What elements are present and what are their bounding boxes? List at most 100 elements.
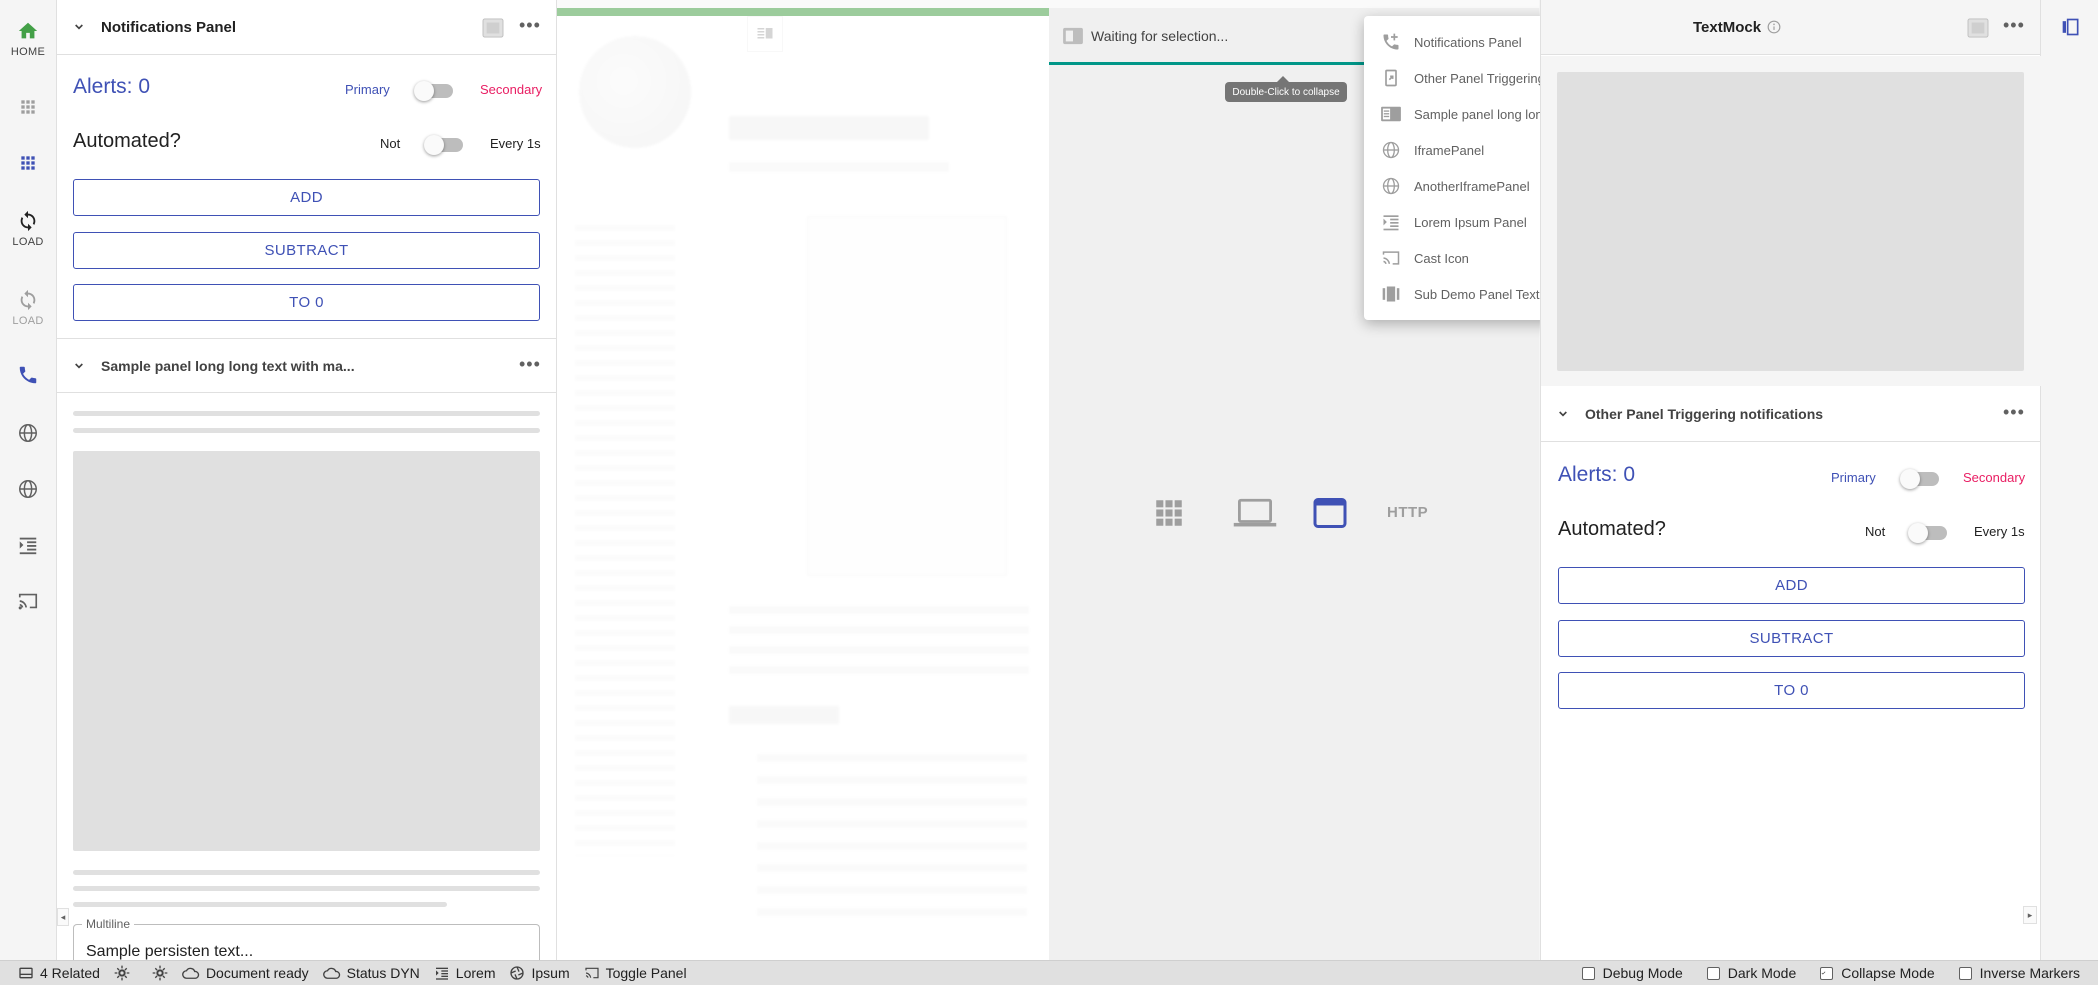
cloud-icon [182, 967, 200, 979]
gear-icon[interactable] [114, 965, 130, 981]
textmock-body [1541, 56, 2041, 386]
chevron-down-icon[interactable] [71, 19, 87, 35]
nav-load-label: LOAD [12, 236, 44, 248]
nav-home-label: HOME [10, 46, 46, 58]
add-call-icon [19, 366, 37, 384]
scroll-left-button[interactable]: ◂ [57, 908, 69, 926]
debug-mode-checkbox[interactable]: Debug Mode [1581, 965, 1683, 981]
automated-toggle[interactable] [424, 135, 463, 155]
left-navigation: HOME LOAD LOAD [0, 0, 57, 960]
check-icon [1821, 971, 1826, 975]
multiline-label: Multiline [82, 917, 135, 931]
collapse-mode-checkbox[interactable]: Collapse Mode [1820, 965, 1935, 981]
nav-apps-active-button[interactable] [0, 146, 56, 180]
skeleton-line [73, 870, 540, 875]
ipsum-item[interactable]: Ipsum [509, 965, 570, 981]
status-dyn[interactable]: Status DYN [322, 965, 420, 981]
sync-icon [20, 210, 36, 232]
right-edge-strip [2041, 0, 2098, 960]
panel-title: Notifications Panel [101, 18, 237, 36]
cloud-icon [322, 967, 340, 979]
primary-label: Primary [345, 82, 390, 97]
inverse-markers-checkbox[interactable]: Inverse Markers [1958, 965, 2080, 981]
nav-globe-button[interactable] [0, 414, 56, 452]
browser-window-icon[interactable] [1311, 495, 1349, 531]
info-icon[interactable] [1767, 20, 1781, 34]
nav-load-button[interactable]: LOAD [0, 204, 56, 254]
alerts-count: Alerts: 0 [73, 75, 151, 98]
status-bar: 4 Related Document ready Status DYN Lore… [0, 960, 2098, 985]
checkbox-checked [1820, 966, 1834, 980]
cast-icon [1382, 251, 1400, 265]
textmock-title: TextMock [1693, 19, 1762, 36]
dark-mode-checkbox[interactable]: Dark Mode [1706, 965, 1796, 981]
lorem-item[interactable]: Lorem [434, 965, 496, 981]
http-option[interactable]: HTTP [1387, 504, 1428, 521]
nav-indent-button[interactable] [0, 526, 56, 564]
apps-grid-icon[interactable] [1152, 496, 1186, 530]
vertical-split-icon [1381, 106, 1401, 122]
ipsum-label: Ipsum [531, 965, 570, 981]
notifications-panel-header: Notifications Panel ••• [57, 0, 556, 55]
scroll-right-button[interactable]: ▸ [2023, 906, 2037, 924]
skeleton-line [73, 902, 447, 907]
panel-window-icon[interactable] [482, 18, 504, 38]
format-indent-icon [19, 537, 37, 555]
add-button[interactable]: ADD [73, 179, 540, 216]
notifications-panel: Notifications Panel ••• Alerts: 0 Primar… [57, 0, 557, 960]
checkbox-unchecked [1706, 966, 1720, 980]
gear-icon[interactable] [152, 965, 168, 981]
waiting-selection-text: Waiting for selection... [1091, 28, 1229, 44]
menu-item-label: AnotherIframePanel [1414, 178, 1530, 194]
apps-grid-icon [21, 100, 35, 114]
toggle-panel-item[interactable]: Toggle Panel [584, 965, 687, 981]
menu-item-label: Lorem Ipsum Panel [1414, 214, 1527, 230]
related-item[interactable]: 4 Related [18, 965, 100, 981]
chevron-down-icon[interactable] [1555, 406, 1571, 422]
nav-add-call-button[interactable] [0, 356, 56, 394]
laptop-icon[interactable] [1232, 496, 1278, 530]
more-options-icon[interactable]: ••• [519, 15, 541, 36]
nav-apps-button[interactable] [0, 90, 56, 124]
vertical-split-icon[interactable] [2061, 18, 2081, 36]
chevron-down-icon[interactable] [71, 358, 87, 374]
nav-globe-2-button[interactable] [0, 470, 56, 508]
to-zero-button[interactable]: TO 0 [73, 284, 540, 321]
to-zero-button[interactable]: TO 0 [1558, 672, 2025, 709]
nav-home-button[interactable]: HOME [0, 14, 56, 64]
collapse-tooltip: Double-Click to collapse [1225, 82, 1347, 102]
more-options-icon[interactable]: ••• [2003, 15, 2025, 36]
secondary-label: Secondary [1963, 470, 2026, 485]
panel-window-icon[interactable] [1967, 18, 1989, 38]
globe-icon [19, 424, 37, 442]
subtract-button[interactable]: SUBTRACT [1558, 620, 2025, 657]
primary-secondary-toggle[interactable] [1900, 469, 1939, 489]
nav-load-disabled-button[interactable]: LOAD [0, 283, 56, 333]
menu-item-label: Notifications Panel [1414, 34, 1522, 50]
home-icon [18, 22, 38, 39]
more-options-icon[interactable]: ••• [2003, 402, 2025, 423]
primary-label: Primary [1831, 470, 1876, 485]
menu-item-label: IframePanel [1414, 142, 1485, 158]
primary-secondary-toggle[interactable] [414, 81, 453, 101]
every-label: Every 1s [1974, 524, 2025, 539]
document-status[interactable]: Document ready [182, 965, 309, 981]
vertical-split-icon [1063, 27, 1083, 45]
other-panel-header: Other Panel Triggering notifications ••• [1541, 387, 2040, 442]
not-label: Not [380, 136, 401, 151]
multiline-field[interactable]: Multiline Sample persisten text... [73, 917, 540, 960]
textmock-panel-header: TextMock ••• [1541, 0, 2040, 55]
more-options-icon[interactable]: ••• [519, 354, 541, 375]
checkbox-unchecked [1958, 966, 1972, 980]
nav-cast-button[interactable] [0, 582, 56, 620]
every-label: Every 1s [490, 136, 541, 151]
subtract-button[interactable]: SUBTRACT [73, 232, 540, 269]
lorem-label: Lorem [455, 965, 496, 981]
other-panel-title: Other Panel Triggering notifications [1585, 406, 1824, 422]
globe-icon [1382, 177, 1400, 195]
document-status-label: Document ready [205, 965, 309, 981]
add-button[interactable]: ADD [1558, 567, 2025, 604]
related-icon [19, 967, 33, 979]
skeleton-line [73, 886, 540, 891]
automated-toggle[interactable] [1908, 523, 1947, 543]
